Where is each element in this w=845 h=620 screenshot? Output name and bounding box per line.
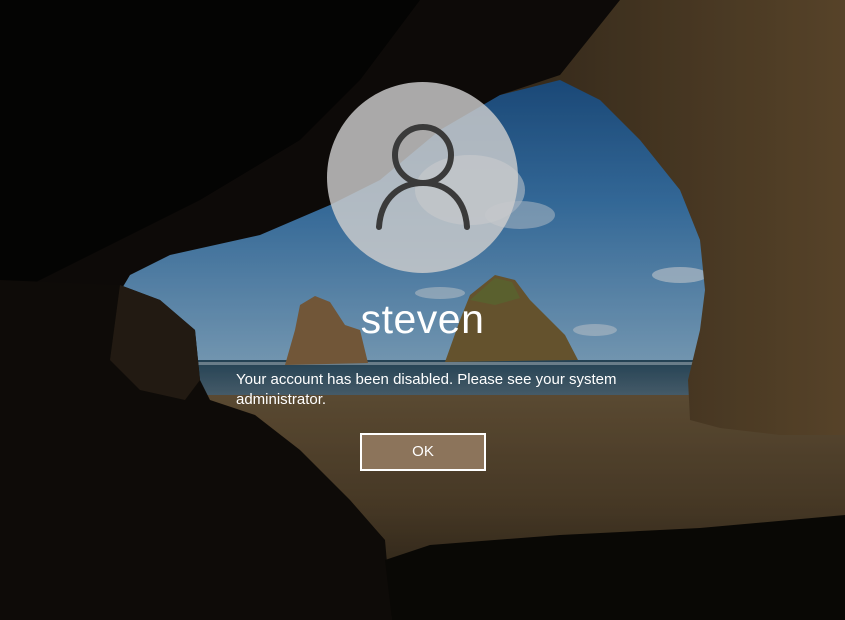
account-disabled-message: Your account has been disabled. Please s… bbox=[236, 371, 617, 408]
user-silhouette-icon bbox=[375, 123, 470, 230]
username-label: steven bbox=[360, 296, 485, 342]
user-avatar bbox=[327, 82, 518, 273]
ok-button[interactable]: OK bbox=[360, 433, 486, 471]
